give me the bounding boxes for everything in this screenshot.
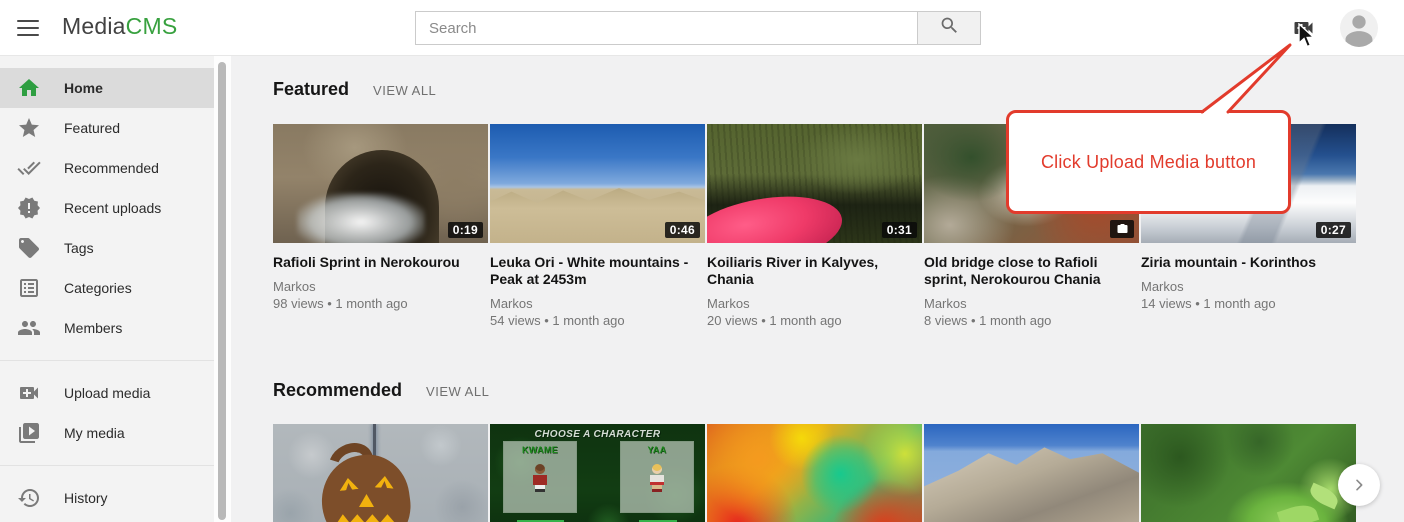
game-overlay-title: CHOOSE A CHARACTER — [490, 429, 705, 440]
sidebar-item-featured[interactable]: Featured — [0, 108, 214, 148]
sidebar-item-label: History — [64, 490, 108, 506]
sidebar-item-label: Tags — [64, 240, 94, 256]
sidebar-item-my-media[interactable]: My media — [0, 413, 214, 453]
sidebar-divider — [0, 360, 214, 361]
media-author[interactable]: Markos — [707, 295, 922, 312]
sidebar-item-members[interactable]: Members — [0, 308, 214, 348]
section-title: Featured — [273, 79, 349, 100]
video-thumbnail[interactable]: 0:31 — [707, 124, 922, 243]
game-character-name: YAA — [621, 445, 693, 455]
recommended-card-row: CHOOSE A CHARACTER KWAME YAA Selected Se… — [273, 424, 1356, 522]
media-card — [924, 424, 1139, 522]
sidebar-item-label: Upload media — [64, 385, 150, 401]
tag-icon — [17, 236, 41, 260]
done-all-icon — [17, 156, 41, 180]
logo[interactable]: MediaCMS — [62, 13, 177, 40]
sidebar-item-home[interactable]: Home — [0, 68, 214, 108]
annotation-callout: Click Upload Media button — [1006, 110, 1291, 214]
person-icon — [1340, 9, 1378, 47]
media-card: 0:19 Rafioli Sprint in Nerokourou Markos… — [273, 124, 488, 329]
home-icon — [17, 76, 41, 100]
media-meta: 14 views • 1 month ago — [1141, 295, 1356, 312]
carousel-next-button[interactable] — [1338, 464, 1380, 506]
video-thumbnail[interactable] — [273, 424, 488, 522]
sidebar-item-label: Members — [64, 320, 122, 336]
featured-section-header: Featured VIEW ALL — [273, 79, 436, 100]
sidebar-item-label: Recent uploads — [64, 200, 161, 216]
upload-media-icon — [17, 381, 41, 405]
duration-badge: 0:46 — [665, 222, 700, 238]
media-author[interactable]: Markos — [924, 295, 1139, 312]
video-thumbnail[interactable]: 0:19 — [273, 124, 488, 243]
media-meta: 98 views • 1 month ago — [273, 295, 488, 312]
search-bar — [415, 11, 981, 45]
photo-badge — [1110, 220, 1134, 238]
media-title[interactable]: Rafioli Sprint in Nerokourou — [273, 254, 488, 271]
my-media-icon — [17, 421, 41, 445]
sidebar-item-history[interactable]: History — [0, 478, 214, 518]
sidebar-item-label: Featured — [64, 120, 120, 136]
annotation-text: Click Upload Media button — [1041, 152, 1256, 173]
video-thumbnail[interactable] — [1141, 424, 1356, 522]
media-meta: 8 views • 1 month ago — [924, 312, 1139, 329]
logo-media: Media — [62, 13, 126, 39]
recommended-section-header: Recommended VIEW ALL — [273, 380, 489, 401]
media-card — [1141, 424, 1356, 522]
media-card — [707, 424, 922, 522]
sidebar-item-recent-uploads[interactable]: Recent uploads — [0, 188, 214, 228]
sidebar-item-label: My media — [64, 425, 125, 441]
sidebar-item-categories[interactable]: Categories — [0, 268, 214, 308]
chevron-right-icon — [1351, 477, 1367, 493]
media-card — [273, 424, 488, 522]
new-releases-icon — [17, 196, 41, 220]
video-thumbnail[interactable]: 0:46 — [490, 124, 705, 243]
featured-view-all-link[interactable]: VIEW ALL — [373, 83, 436, 98]
mediacms-app: MediaCMS Home Featured — [0, 0, 1404, 522]
sidebar-item-recommended[interactable]: Recommended — [0, 148, 214, 188]
duration-badge: 0:27 — [1316, 222, 1351, 238]
camera-icon — [1116, 223, 1129, 235]
media-card: 0:31 Koiliaris River in Kalyves, Chania … — [707, 124, 922, 329]
media-card: 0:46 Leuka Ori - White mountains - Peak … — [490, 124, 705, 329]
upload-media-button[interactable] — [1290, 16, 1318, 40]
duration-badge: 0:31 — [882, 222, 917, 238]
top-bar: MediaCMS — [0, 0, 1404, 56]
sidebar: Home Featured Recommended Recent uploads… — [0, 56, 214, 522]
sidebar-scrollbar[interactable] — [218, 62, 226, 520]
game-character-name: KWAME — [504, 445, 576, 455]
search-button[interactable] — [918, 11, 981, 45]
video-thumbnail[interactable] — [924, 424, 1139, 522]
duration-badge: 0:19 — [448, 222, 483, 238]
media-title[interactable]: Old bridge close to Rafioli sprint, Nero… — [924, 254, 1139, 288]
video-call-icon — [1290, 27, 1317, 44]
sidebar-item-label: Categories — [64, 280, 132, 296]
star-icon — [17, 116, 41, 140]
search-input[interactable] — [415, 11, 918, 45]
media-meta: 20 views • 1 month ago — [707, 312, 922, 329]
video-thumbnail[interactable] — [707, 424, 922, 522]
search-icon — [939, 15, 960, 41]
members-icon — [17, 316, 41, 340]
video-thumbnail[interactable]: CHOOSE A CHARACTER KWAME YAA Selected Se… — [490, 424, 705, 522]
history-icon — [17, 486, 41, 510]
media-title[interactable]: Ziria mountain - Korinthos — [1141, 254, 1356, 271]
media-title[interactable]: Leuka Ori - White mountains - Peak at 24… — [490, 254, 705, 288]
categories-icon — [17, 276, 41, 300]
user-avatar[interactable] — [1340, 9, 1378, 47]
logo-cms: CMS — [126, 13, 178, 39]
media-author[interactable]: Markos — [1141, 278, 1356, 295]
hamburger-menu-icon[interactable] — [14, 15, 42, 41]
media-author[interactable]: Markos — [273, 278, 488, 295]
sidebar-item-label: Recommended — [64, 160, 159, 176]
recommended-view-all-link[interactable]: VIEW ALL — [426, 384, 489, 399]
media-meta: 54 views • 1 month ago — [490, 312, 705, 329]
media-title[interactable]: Koiliaris River in Kalyves, Chania — [707, 254, 922, 288]
sidebar-item-upload-media[interactable]: Upload media — [0, 373, 214, 413]
sidebar-divider — [0, 465, 214, 466]
media-author[interactable]: Markos — [490, 295, 705, 312]
section-title: Recommended — [273, 380, 402, 401]
sidebar-item-label: Home — [64, 80, 103, 96]
sidebar-item-tags[interactable]: Tags — [0, 228, 214, 268]
media-card: CHOOSE A CHARACTER KWAME YAA Selected Se… — [490, 424, 705, 522]
